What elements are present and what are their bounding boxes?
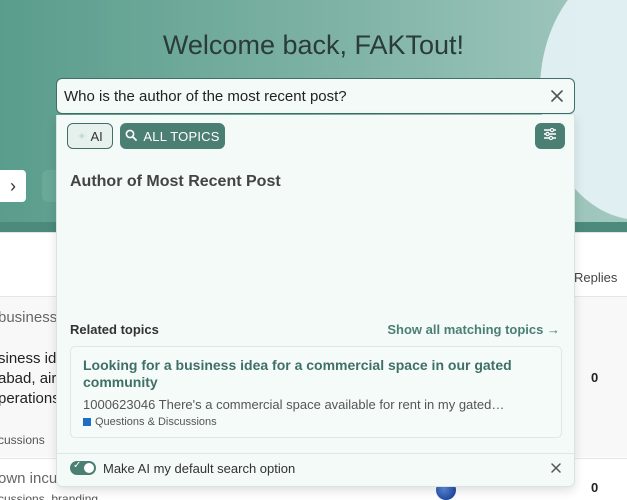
search-box [56,78,575,114]
toggle-knob [84,463,94,473]
topic-category[interactable]: cussions [0,433,45,447]
close-icon[interactable] [550,89,564,103]
chevron-right-icon[interactable]: › [0,170,26,202]
topic-title-fragment[interactable]: own incu [0,470,57,487]
ai-mode-label: AI [90,128,103,144]
related-topic-card[interactable]: Looking for a business idea for a commer… [70,346,562,438]
ai-mode-button[interactable]: ✦ AI [67,123,113,149]
topic-category[interactable]: cussions, branding [0,492,98,500]
ai-answer-title: Author of Most Recent Post [70,173,281,190]
close-icon[interactable] [550,462,562,474]
replies-count: 0 [591,370,599,385]
topic-title-fragment[interactable]: business [0,309,57,326]
related-topic-title[interactable]: Looking for a business idea for a commer… [83,357,549,391]
topic-excerpt-line: perations [0,390,60,407]
all-topics-label: ALL TOPICS [143,128,220,144]
all-topics-button[interactable]: ALL TOPICS [120,123,225,149]
search-input[interactable] [64,87,550,105]
category-color-square [83,418,91,426]
sliders-icon [543,127,557,145]
check-icon: ✓ [73,460,82,471]
sparkle-icon: ✦ [77,130,87,143]
topic-excerpt-line: abad, air [0,370,57,387]
search-results-panel: ✦ AI ALL TOPICS Author of Most Recent Po… [56,115,575,487]
show-all-matching-topics-link[interactable]: Show all matching topics → [387,322,560,337]
default-ai-toggle-label: Make AI my default search option [103,461,296,476]
welcome-heading: Welcome back, FAKTout! [162,30,465,60]
search-icon [125,129,138,144]
default-ai-toggle[interactable]: ✓ [70,460,96,475]
related-topic-excerpt: 1000623046 There's a commercial space av… [83,397,505,412]
category-label: Questions & Discussions [95,416,217,428]
panel-footer-divider [57,453,574,454]
related-topic-category[interactable]: Questions & Discussions [83,416,549,428]
topic-excerpt-line: siness id [0,350,57,367]
search-filters-button[interactable] [535,123,565,149]
related-topics-heading: Related topics [70,322,159,337]
replies-count: 0 [591,480,599,495]
replies-column-header[interactable]: Replies [574,270,617,285]
